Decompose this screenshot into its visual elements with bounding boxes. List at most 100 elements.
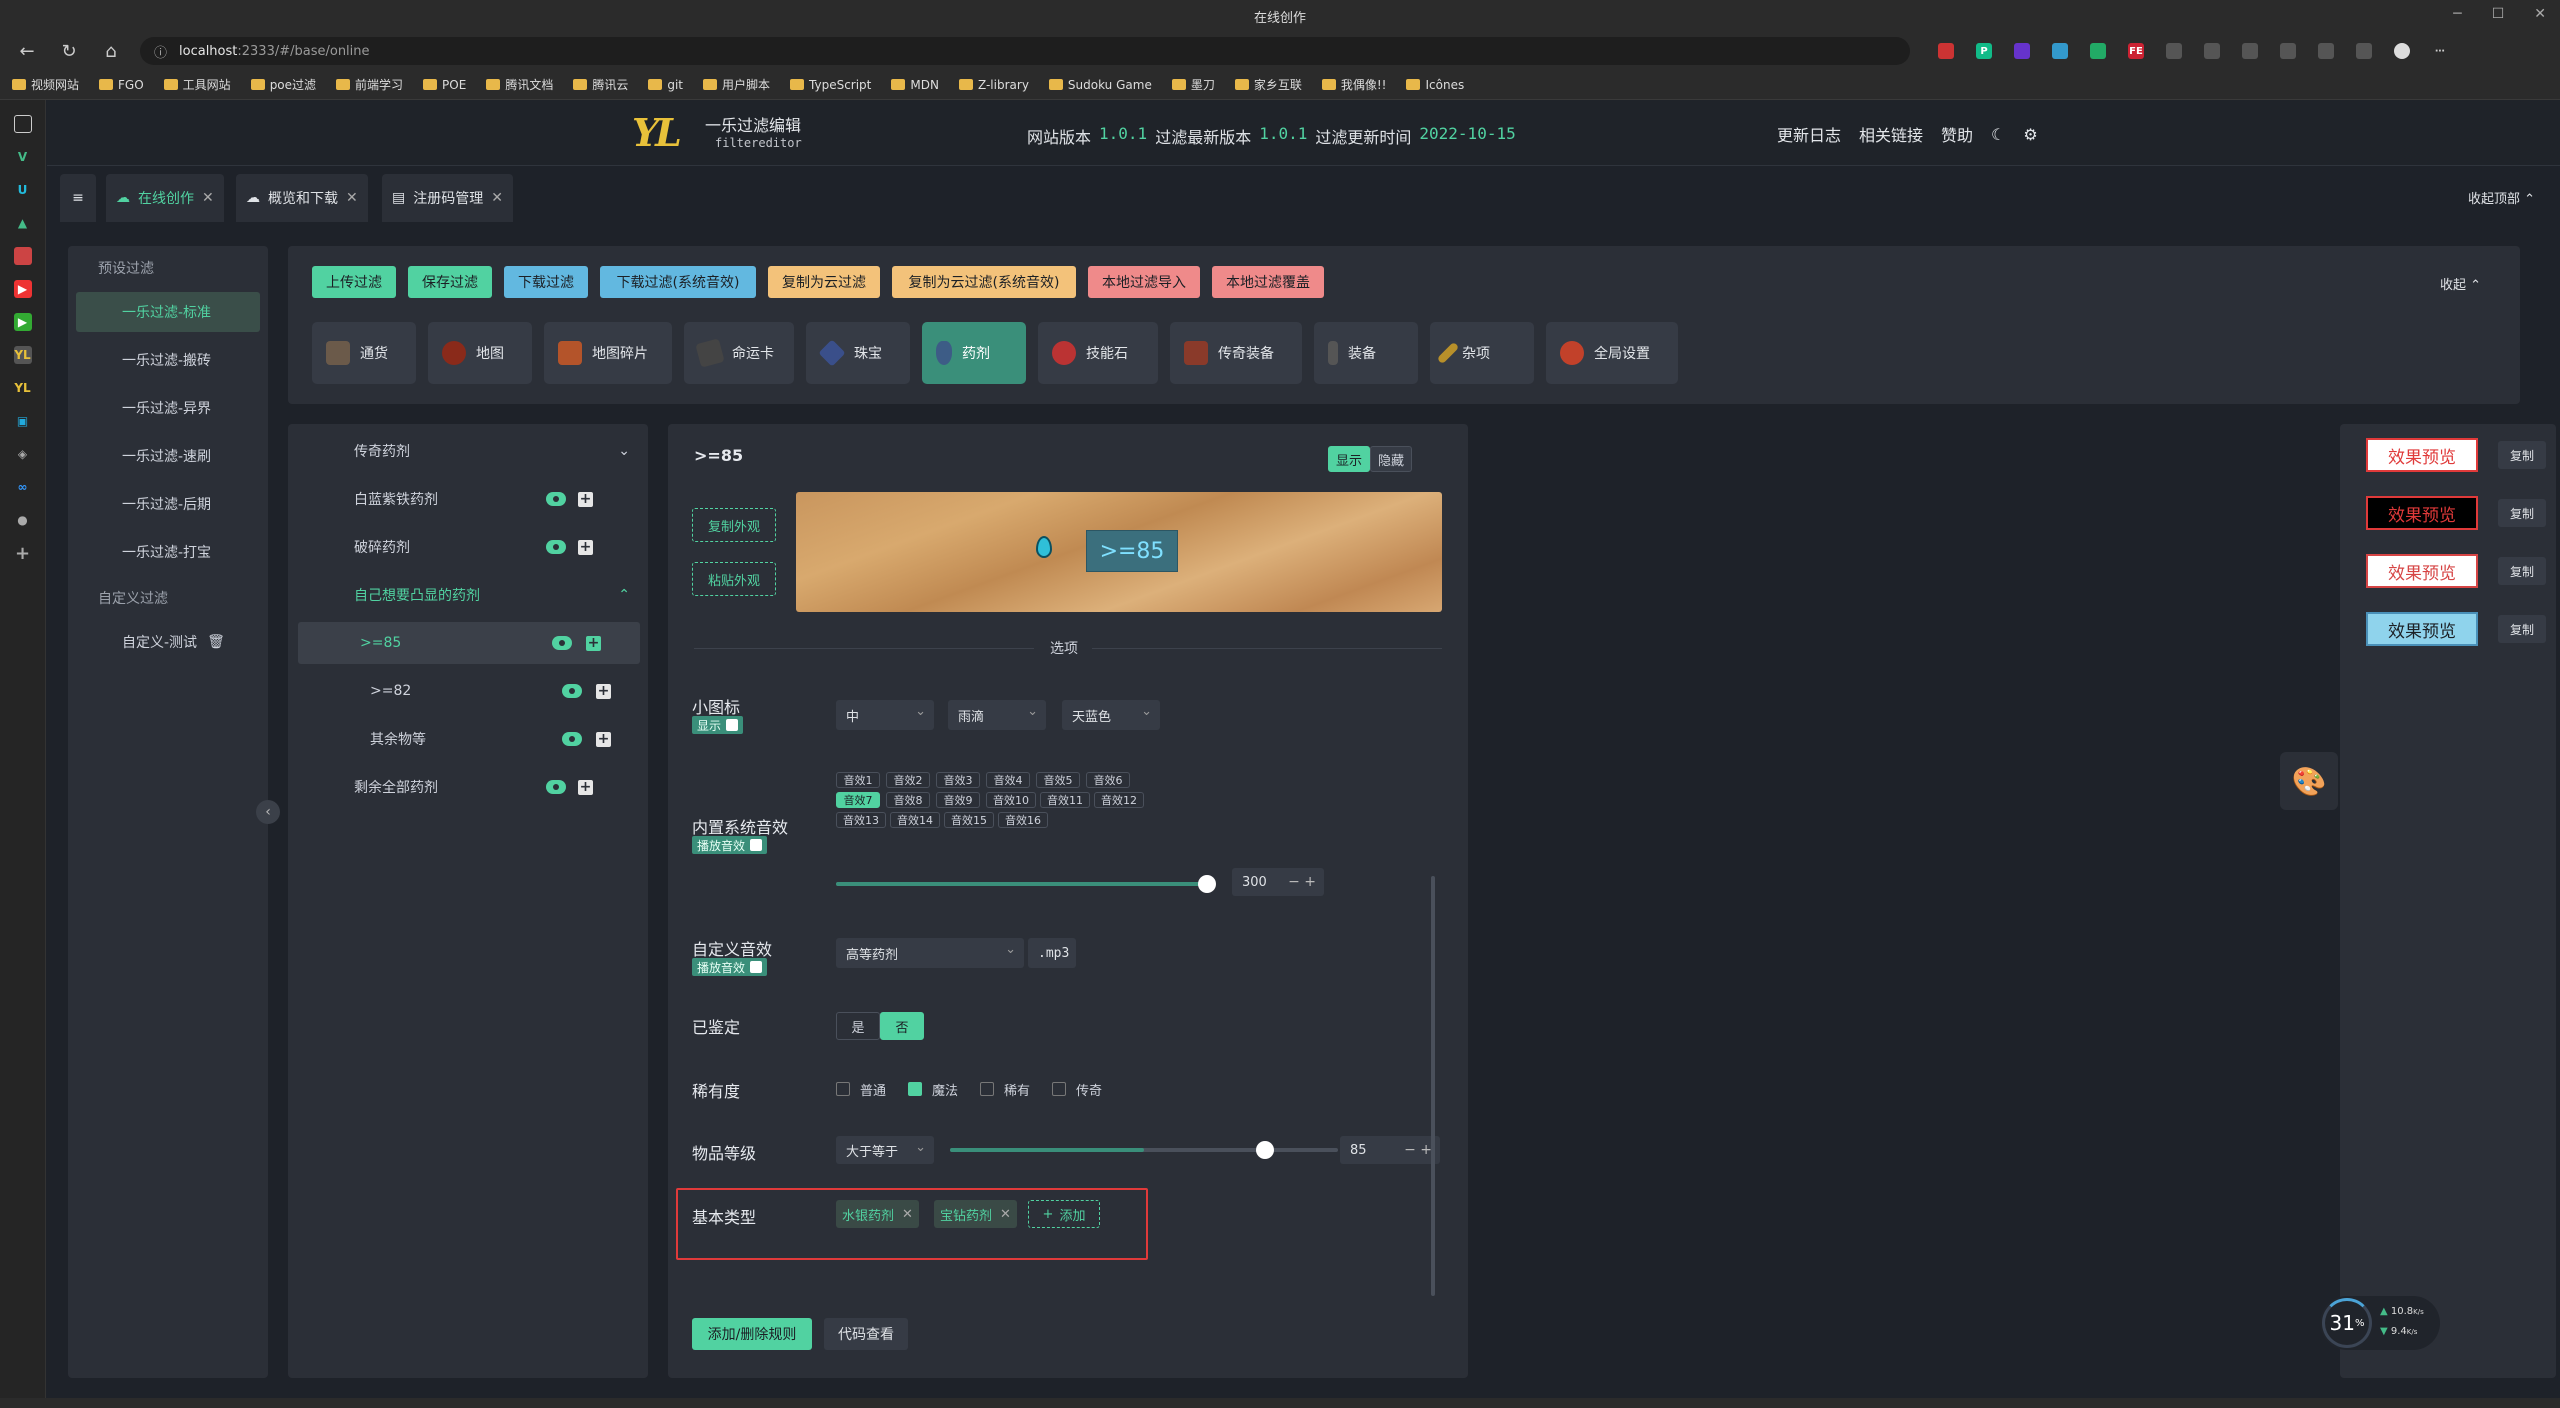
app-icon[interactable]: [13, 247, 32, 265]
eye-icon[interactable]: [546, 492, 566, 506]
maximize-icon[interactable]: ☐: [2492, 6, 2505, 22]
upload-filter-button[interactable]: 上传过滤: [312, 266, 396, 298]
view-code-button[interactable]: 代码查看: [824, 1318, 908, 1350]
bookmark-item[interactable]: TypeScript: [790, 78, 871, 92]
stepper-icon[interactable]: − +: [1288, 874, 1316, 890]
reload-icon[interactable]: ↻: [54, 36, 84, 66]
stepper-icon[interactable]: − +: [1404, 1142, 1432, 1158]
preset-item[interactable]: 一乐过滤-标准: [76, 292, 260, 332]
category-currency[interactable]: 通货: [312, 322, 416, 384]
sound-play-toggle[interactable]: 播放音效: [692, 836, 768, 854]
collapse-top-button[interactable]: 收起顶部 ⌃: [2468, 188, 2535, 207]
sound-chip[interactable]: 音效13: [836, 812, 886, 828]
sound-chip[interactable]: 音效10: [986, 792, 1036, 808]
eye-icon[interactable]: [546, 540, 566, 554]
hide-toggle[interactable]: 隐藏: [1370, 446, 1412, 472]
video-icon[interactable]: ▶: [13, 280, 32, 298]
preset-item[interactable]: 一乐过滤-搬砖: [76, 340, 260, 380]
level-operator-select[interactable]: 大于等于: [836, 1136, 934, 1164]
rarity-normal-checkbox[interactable]: [836, 1082, 850, 1096]
eye-icon[interactable]: [546, 780, 566, 794]
address-bar[interactable]: ⓘ localhost:2333/#/base/online: [140, 37, 1910, 65]
show-toggle[interactable]: 显示: [1328, 446, 1370, 472]
category-global[interactable]: 全局设置: [1546, 322, 1678, 384]
item-level-slider[interactable]: [950, 1141, 1338, 1159]
tree-group[interactable]: 传奇药剂 ⌄: [298, 430, 640, 472]
extension-icon[interactable]: [1938, 43, 1954, 59]
checkbox[interactable]: [750, 839, 763, 851]
category-misc[interactable]: 杂项: [1430, 322, 1534, 384]
sound-chip[interactable]: 音效1: [836, 772, 880, 788]
app-icon[interactable]: ●: [14, 511, 32, 529]
bookmark-item[interactable]: 我偶像!!: [1321, 76, 1386, 93]
extension-icon[interactable]: FE: [2128, 43, 2144, 59]
preset-item[interactable]: 一乐过滤-打宝: [76, 532, 260, 572]
tab-icon[interactable]: [13, 115, 32, 133]
u-icon[interactable]: U: [14, 181, 32, 199]
chevron-left-icon[interactable]: ‹: [256, 800, 280, 824]
bookmark-item[interactable]: POE: [423, 78, 466, 92]
checkbox[interactable]: [750, 961, 763, 973]
tree-item[interactable]: 其余物等 +: [298, 718, 640, 760]
tab-overview[interactable]: ☁ 概览和下载 ✕: [236, 174, 368, 222]
vue-icon[interactable]: V: [14, 148, 32, 166]
paste-look-button[interactable]: 粘贴外观: [692, 562, 776, 596]
add-icon[interactable]: +: [14, 543, 32, 564]
slider-knob[interactable]: [1198, 875, 1216, 893]
tree-item[interactable]: 剩余全部药剂 +: [298, 766, 640, 808]
add-icon[interactable]: +: [578, 491, 593, 507]
extension-icon[interactable]: P: [1976, 43, 1992, 59]
custom-sound-input[interactable]: 高等药剂: [836, 938, 1024, 968]
download-icon[interactable]: [2356, 43, 2372, 59]
category-map[interactable]: 地图: [428, 322, 532, 384]
palette-icon[interactable]: 🎨: [2280, 752, 2338, 810]
extension-icon[interactable]: [2242, 43, 2258, 59]
sound-chip[interactable]: 音效16: [998, 812, 1048, 828]
app-icon[interactable]: ◈: [14, 445, 32, 463]
identified-no[interactable]: 否: [880, 1012, 924, 1040]
bookmark-item[interactable]: 腾讯云: [573, 76, 628, 93]
sound-chip[interactable]: 音效2: [886, 772, 930, 788]
bookmark-item[interactable]: 腾讯文档: [486, 76, 553, 93]
extension-icon[interactable]: [2166, 43, 2182, 59]
sound-chip[interactable]: 音效9: [936, 792, 980, 808]
close-icon[interactable]: ✕: [2534, 6, 2546, 22]
minimap-size-select[interactable]: 中: [836, 700, 934, 730]
bookmark-item[interactable]: git: [648, 78, 683, 92]
eye-icon[interactable]: [552, 636, 572, 650]
identified-yes[interactable]: 是: [836, 1012, 880, 1040]
tree-group[interactable]: 自己想要凸显的药剂 ⌃: [298, 574, 640, 616]
bookmark-item[interactable]: 家乡互联: [1234, 76, 1302, 93]
preset-item[interactable]: 一乐过滤-异界: [76, 388, 260, 428]
sound-chip[interactable]: 音效6: [1086, 772, 1130, 788]
bookmark-item[interactable]: 工具网站: [163, 76, 231, 93]
preset-item[interactable]: 一乐过滤-后期: [76, 484, 260, 524]
copy-button[interactable]: 复制: [2498, 499, 2546, 527]
home-icon[interactable]: ⌂: [96, 36, 126, 66]
category-gear[interactable]: 装备: [1314, 322, 1418, 384]
bookmark-item[interactable]: Z-library: [958, 78, 1029, 92]
tree-item[interactable]: 白蓝紫铁药剂 +: [298, 478, 640, 520]
minimap-color-select[interactable]: 天蓝色: [1062, 700, 1160, 730]
extension-icon[interactable]: [2318, 43, 2334, 59]
sound-chip[interactable]: 音效15: [944, 812, 994, 828]
download-filter-button[interactable]: 下载过滤: [504, 266, 588, 298]
tree-item-selected[interactable]: >=85 +: [298, 622, 640, 664]
category-unique[interactable]: 传奇装备: [1170, 322, 1302, 384]
tab-online[interactable]: ☁ 在线创作 ✕: [106, 174, 224, 222]
add-icon[interactable]: +: [586, 635, 601, 651]
sound-chip[interactable]: 音效8: [886, 792, 930, 808]
bookmark-item[interactable]: 前端学习: [336, 76, 403, 93]
extension-icon[interactable]: [2280, 43, 2296, 59]
trash-icon[interactable]: 🗑: [207, 634, 225, 650]
app-icon[interactable]: ▲: [14, 214, 32, 232]
bookmark-item[interactable]: MDN: [891, 78, 939, 92]
add-remove-rule-button[interactable]: 添加/删除规则: [692, 1318, 812, 1350]
rarity-unique-checkbox[interactable]: [1052, 1082, 1066, 1096]
local-overwrite-button[interactable]: 本地过滤覆盖: [1212, 266, 1324, 298]
download-filter-sound-button[interactable]: 下载过滤(系统音效): [600, 266, 756, 298]
local-import-button[interactable]: 本地过滤导入: [1088, 266, 1200, 298]
preset-item[interactable]: 一乐过滤-速刷: [76, 436, 260, 476]
slider-knob[interactable]: [1256, 1141, 1274, 1159]
volume-slider[interactable]: [836, 875, 1216, 893]
